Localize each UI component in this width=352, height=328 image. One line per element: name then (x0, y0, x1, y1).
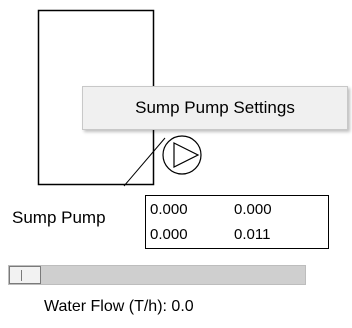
flow-slider-thumb[interactable] (9, 266, 41, 284)
context-menu: Sump Pump Settings (82, 86, 348, 130)
readout-cell: 0.000 (150, 226, 188, 243)
readout-cell: 0.000 (150, 201, 188, 218)
water-flow-value: 0.0 (171, 298, 194, 315)
pump-readout-table: 0.000 0.000 0.000 0.011 (145, 195, 329, 249)
flow-slider-track[interactable] (8, 265, 306, 285)
slider-grip-icon (21, 270, 22, 281)
readout-cell: 0.000 (234, 201, 272, 218)
menu-item-sump-pump-settings[interactable]: Sump Pump Settings (84, 88, 346, 128)
pump-label: Sump Pump (12, 208, 106, 227)
readout-cell: 0.011 (234, 226, 271, 243)
water-flow-readout: Water Flow (T/h): 0.0 (44, 298, 194, 316)
water-flow-label: Water Flow (T/h): (44, 298, 167, 315)
